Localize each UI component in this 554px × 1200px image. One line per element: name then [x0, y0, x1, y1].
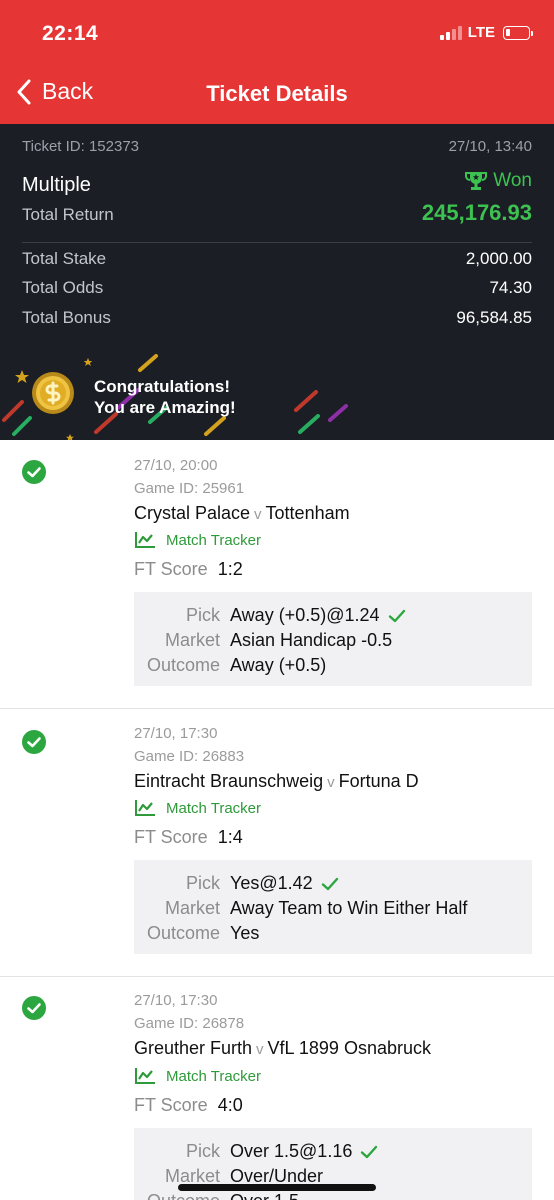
line-chart-icon [135, 800, 155, 816]
summary-row-value: 2,000.00 [465, 249, 532, 268]
home-team: Eintracht Braunschweig [134, 771, 324, 791]
market-label: Market [164, 630, 220, 650]
banner-line-2: You are Amazing! [94, 398, 236, 417]
outcome-label: Outcome [134, 1191, 220, 1200]
match-tracker-label: Match Tracker [166, 799, 262, 817]
game-id: Game ID: 25961 [134, 480, 245, 497]
ft-score-label: FT Score [134, 827, 208, 847]
ft-score-value: 1:2 [217, 559, 243, 579]
line-chart-icon [135, 1068, 155, 1084]
trophy-icon [465, 172, 488, 190]
ft-score: FT Score 1:4 [134, 827, 243, 848]
outcome-label: Outcome [146, 923, 220, 943]
game-id: Game ID: 26883 [134, 748, 245, 765]
checkmark-icon [321, 877, 338, 890]
summary-row-value: 96,584.85 [456, 308, 532, 327]
match-tracker-label: Match Tracker [166, 531, 262, 549]
home-indicator[interactable] [178, 1184, 376, 1191]
ft-score-value: 4:0 [217, 1095, 243, 1115]
match-date: 27/10, 17:30 [134, 725, 218, 742]
ticket-summary: Ticket ID: 152373 27/10, 13:40 Multiple … [0, 124, 554, 440]
bet-type: Multiple [22, 174, 91, 196]
market-value: Away Team to Win Either Half [230, 898, 468, 918]
pick-value: Away (+0.5)@1.24 [230, 605, 380, 625]
match-tracker-link[interactable]: Match Tracker [134, 799, 261, 817]
top-bar: 22:14 LTE Back Ticket Details [0, 0, 554, 124]
checkmark-icon [361, 1145, 378, 1158]
ft-score-label: FT Score [134, 1095, 208, 1115]
match-teams: Eintracht Braunschweig v Fortuna D [134, 771, 419, 792]
ticket-datetime: 27/10, 13:40 [448, 138, 532, 155]
match-date: 27/10, 20:00 [134, 457, 218, 474]
outcome-value: Away (+0.5) [230, 655, 327, 675]
away-team: VfL 1899 Osnabruck [267, 1038, 431, 1058]
ticket-id: Ticket ID: 152373 [22, 138, 140, 155]
checkmark-icon [388, 609, 405, 622]
match-teams: Greuther Furth v VfL 1899 Osnabruck [134, 1038, 431, 1059]
page-title: Ticket Details [206, 81, 348, 106]
network-label: LTE [467, 24, 495, 41]
battery-icon [503, 25, 533, 40]
versus-label: v [256, 1041, 264, 1058]
match-tracker-link[interactable]: Match Tracker [134, 531, 261, 549]
summary-row-label: Total Odds [22, 278, 104, 297]
pick-details: Pick Yes@1.42 Market Away Team to Win Ei… [134, 860, 532, 954]
ticket-item: 27/10, 17:30 Game ID: 26878 Greuther Fur… [0, 976, 554, 1200]
summary-row-label: Total Bonus [22, 308, 111, 327]
pick-label: Pick [185, 873, 220, 893]
match-date: 27/10, 17:30 [134, 992, 218, 1009]
summary-row-value: 74.30 [489, 278, 532, 297]
ft-score-label: FT Score [134, 559, 208, 579]
away-team: Tottenham [265, 503, 350, 523]
game-id: Game ID: 26878 [134, 1015, 245, 1032]
signal-icon [439, 25, 462, 40]
status-time: 22:14 [42, 22, 99, 45]
match-tracker-label: Match Tracker [166, 1067, 262, 1085]
home-team: Greuther Furth [134, 1038, 253, 1058]
congratulations-text: Congratulations! You are Amazing! [94, 376, 236, 418]
versus-label: v [327, 774, 335, 791]
outcome-value: Over 1.5 [230, 1191, 299, 1200]
check-circle-icon [22, 730, 46, 754]
pick-value: Over 1.5@1.16 [230, 1141, 353, 1161]
outcome-value: Yes [230, 923, 260, 943]
divider [22, 242, 532, 243]
match-tracker-link[interactable]: Match Tracker [134, 1067, 261, 1085]
status-label: Won [493, 170, 532, 191]
coin-icon [32, 372, 74, 414]
line-chart-icon [135, 532, 155, 548]
status-badge: Won [465, 170, 532, 192]
pick-label: Pick [185, 605, 220, 625]
outcome-label: Outcome [146, 655, 220, 675]
congratulations-banner: Congratulations! You are Amazing! [0, 348, 554, 440]
check-circle-icon [22, 996, 46, 1020]
total-return-label: Total Return [22, 205, 114, 224]
match-teams: Crystal Palace v Tottenham [134, 503, 350, 524]
confetti-decoration [2, 354, 348, 440]
away-team: Fortuna D [338, 771, 419, 791]
pick-details: Pick Away (+0.5)@1.24 Market Asian Handi… [134, 592, 532, 686]
pick-label: Pick [185, 1141, 220, 1161]
ft-score-value: 1:4 [217, 827, 243, 847]
ft-score: FT Score 4:0 [134, 1095, 243, 1116]
pick-value: Yes@1.42 [230, 873, 313, 893]
check-circle-icon [22, 460, 46, 484]
ticket-item: 27/10, 20:00 Game ID: 25961 Crystal Pala… [0, 440, 554, 708]
ft-score: FT Score 1:2 [134, 559, 243, 580]
status-indicators: LTE [439, 24, 533, 41]
home-team: Crystal Palace [134, 503, 251, 523]
summary-row-label: Total Stake [22, 249, 107, 268]
market-label: Market [164, 898, 220, 918]
banner-line-1: Congratulations! [94, 377, 230, 396]
total-return-value: 245,176.93 [421, 200, 532, 225]
versus-label: v [254, 506, 262, 523]
ticket-item: 27/10, 17:30 Game ID: 26883 Eintracht Br… [0, 708, 554, 976]
market-value: Asian Handicap -0.5 [230, 630, 393, 650]
